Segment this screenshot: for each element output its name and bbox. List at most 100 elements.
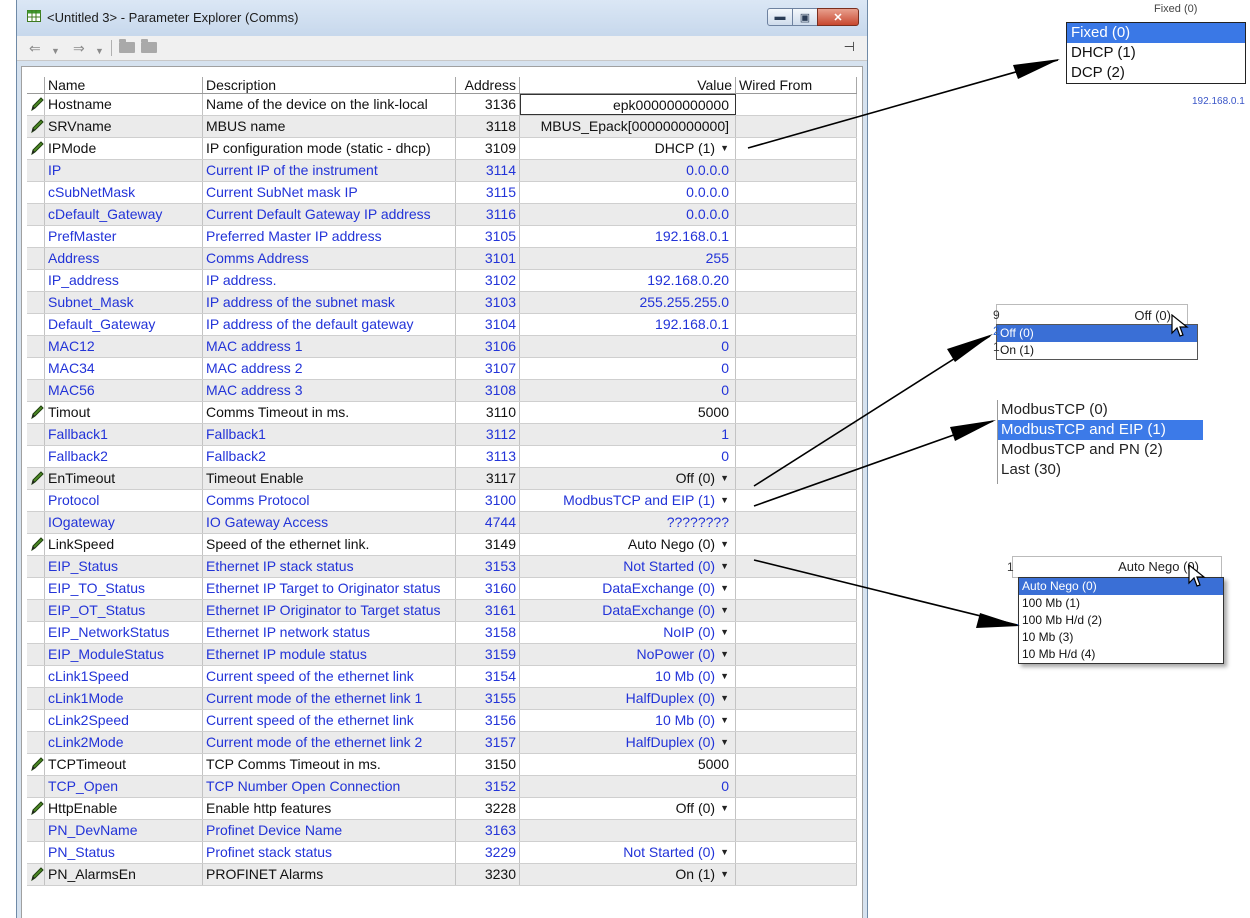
param-wired-from[interactable] [736,446,857,467]
table-row[interactable]: Subnet_Mask IP address of the subnet mask… [27,292,857,314]
linkspeed-option[interactable]: 100 Mb (1) [1019,595,1223,612]
param-name[interactable]: Fallback2 [45,446,203,467]
entimeout-option[interactable]: On (1) [997,342,1197,359]
linkspeed-option[interactable]: 10 Mb (3) [1019,629,1223,646]
table-row[interactable]: EIP_TO_Status Ethernet IP Target to Origi… [27,578,857,600]
table-row[interactable]: EIP_Status Ethernet IP stack status 3153 No… [27,556,857,578]
table-row[interactable]: HttpEnable Enable http features 3228 Off (0… [27,798,857,820]
protocol-option[interactable]: ModbusTCP and EIP (1) [998,420,1203,440]
param-name[interactable]: IP [45,160,203,181]
param-value[interactable]: 5000 [520,402,736,423]
param-value[interactable]: Off (0) ▼ [520,468,736,489]
table-row[interactable]: MAC34 MAC address 2 3107 0 [27,358,857,380]
param-name[interactable]: Timout [45,402,203,423]
param-wired-from[interactable] [736,534,857,555]
dropdown-arrow-icon[interactable]: ▼ [720,737,729,747]
dropdown-arrow-icon[interactable]: ▼ [720,583,729,593]
param-name[interactable]: MAC56 [45,380,203,401]
param-wired-from[interactable] [736,490,857,511]
title-bar[interactable]: <Untitled 3> - Parameter Explorer (Comms… [17,0,867,36]
param-wired-from[interactable] [736,754,857,775]
table-row[interactable]: Address Comms Address 3101 255 [27,248,857,270]
dropdown-arrow-icon[interactable]: ▼ [720,561,729,571]
param-name[interactable]: Default_Gateway [45,314,203,335]
param-wired-from[interactable] [736,336,857,357]
param-wired-from[interactable] [736,160,857,181]
param-name[interactable]: PrefMaster [45,226,203,247]
param-name[interactable]: cLink2Speed [45,710,203,731]
param-value[interactable]: MBUS_Epack[000000000000] [520,116,736,137]
param-name[interactable]: IP_address [45,270,203,291]
param-wired-from[interactable] [736,622,857,643]
param-wired-from[interactable] [736,710,857,731]
table-row[interactable]: PN_Status Profinet stack status 3229 Not St… [27,842,857,864]
param-name[interactable]: HttpEnable [45,798,203,819]
param-wired-from[interactable] [736,776,857,797]
column-header-description[interactable]: Description [203,77,456,93]
param-name[interactable]: Address [45,248,203,269]
param-name[interactable]: cSubNetMask [45,182,203,203]
dropdown-arrow-icon[interactable]: ▼ [720,847,729,857]
param-name[interactable]: MAC12 [45,336,203,357]
pin-icon[interactable]: ⊣ [844,39,855,55]
param-name[interactable]: PN_AlarmsEn [45,864,203,885]
dropdown-arrow-icon[interactable]: ▼ [720,143,729,153]
table-row[interactable]: cLink1Mode Current mode of the ethernet l… [27,688,857,710]
arrow-right-icon[interactable]: ⇒ [73,40,85,56]
param-name[interactable]: Fallback1 [45,424,203,445]
dropdown-arrow-icon[interactable]: ▼ [720,627,729,637]
param-wired-from[interactable] [736,468,857,489]
param-name[interactable]: EIP_ModuleStatus [45,644,203,665]
dropdown-arrow-icon[interactable]: ▼ [720,803,729,813]
table-row[interactable]: cLink1Speed Current speed of the ethernet… [27,666,857,688]
param-name[interactable]: IPMode [45,138,203,159]
table-row[interactable]: cDefault_Gateway Current Default Gateway … [27,204,857,226]
dropdown-arrow-icon[interactable]: ▼ [720,693,729,703]
param-wired-from[interactable] [736,512,857,533]
table-row[interactable]: cSubNetMask Current SubNet mask IP 3115 0.0… [27,182,857,204]
param-value[interactable]: DHCP (1) ▼ [520,138,736,159]
table-row[interactable]: IOgateway IO Gateway Access 4744???????? [27,512,857,534]
dropdown-arrow-icon[interactable]: ▼ [720,495,729,505]
param-value[interactable]: Off (0) ▼ [520,798,736,819]
param-name[interactable]: EIP_Status [45,556,203,577]
param-wired-from[interactable] [736,556,857,577]
param-name[interactable]: EnTimeout [45,468,203,489]
param-wired-from[interactable] [736,182,857,203]
table-row[interactable]: IP Current IP of the instrument 3114 0.0.0.… [27,160,857,182]
param-name[interactable]: SRVname [45,116,203,137]
param-wired-from[interactable] [736,424,857,445]
table-row[interactable]: PN_AlarmsEn PROFINET Alarms 3230 On (1) ▼ [27,864,857,886]
param-wired-from[interactable] [736,116,857,137]
entimeout-combo[interactable]: Off (0) [996,304,1188,326]
param-name[interactable]: cDefault_Gateway [45,204,203,225]
dropdown-arrow-icon[interactable]: ▼ [720,869,729,879]
table-row[interactable]: Fallback1 Fallback1 3112 1 [27,424,857,446]
param-wired-from[interactable] [736,402,857,423]
table-row[interactable]: cLink2Speed Current speed of the ethernet… [27,710,857,732]
param-name[interactable]: PN_DevName [45,820,203,841]
table-row[interactable]: Protocol Comms Protocol 3100 ModbusTCP and … [27,490,857,512]
param-name[interactable]: PN_Status [45,842,203,863]
param-wired-from[interactable] [736,292,857,313]
param-name[interactable]: cLink1Mode [45,688,203,709]
folder-up-icon[interactable] [119,39,135,53]
param-wired-from[interactable] [736,138,857,159]
table-row[interactable]: EIP_ModuleStatus Ethernet IP module statu… [27,644,857,666]
param-wired-from[interactable] [736,358,857,379]
param-wired-from[interactable] [736,204,857,225]
folder-icon[interactable] [141,39,157,53]
dropdown-arrow-icon[interactable]: ▼ [720,715,729,725]
param-wired-from[interactable] [736,248,857,269]
param-wired-from[interactable] [736,820,857,841]
column-header-name[interactable]: Name [45,77,203,93]
table-row[interactable]: Hostname Name of the device on the link-l… [27,94,857,116]
param-wired-from[interactable] [736,270,857,291]
param-wired-from[interactable] [736,314,857,335]
table-row[interactable]: EIP_NetworkStatus Ethernet IP network sta… [27,622,857,644]
table-row[interactable]: TCPTimeout TCP Comms Timeout in ms. 3150 50… [27,754,857,776]
param-wired-from[interactable] [736,864,857,885]
table-row[interactable]: PrefMaster Preferred Master IP address 310… [27,226,857,248]
column-header-address[interactable]: Address [456,77,520,93]
dropdown-arrow-icon[interactable]: ▼ [720,671,729,681]
